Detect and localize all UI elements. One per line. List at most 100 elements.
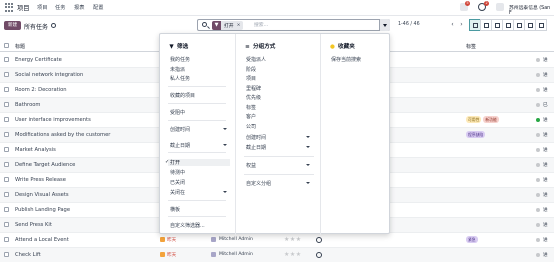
search-input[interactable] [254,21,374,30]
pager-next-button[interactable]: › [457,20,466,30]
assignee-name[interactable]: Mitchell Admin [219,252,253,257]
chevron-down-icon[interactable] [223,191,227,193]
filter-favorite-projects[interactable]: 收藏的项目 [170,92,195,99]
save-current-search[interactable]: 保存当前搜索 [331,56,361,63]
add-custom-filter[interactable]: 自定义筛选器... [170,222,205,229]
remove-facet-icon[interactable]: × [236,23,244,28]
filter-closed[interactable]: 已关闭 [170,179,185,186]
filter-open[interactable]: 打开 [168,159,230,166]
pager-prev-button[interactable]: ‹ [448,20,457,30]
task-name[interactable]: Check Lift [15,252,41,258]
row-checkbox[interactable] [4,117,9,122]
filter-private-tasks[interactable]: 私人任务 [170,75,190,82]
row-checkbox[interactable] [4,72,9,77]
status-dot[interactable] [536,58,540,62]
groupby-deadline[interactable]: 截止日期 [246,144,266,151]
select-all-checkbox[interactable] [4,43,9,48]
row-checkbox[interactable] [4,132,9,137]
task-name[interactable]: Send Press Kit [15,222,52,228]
row-checkbox[interactable] [4,177,9,182]
new-button[interactable]: 新建 [4,21,21,30]
status-dot[interactable] [536,73,540,77]
filter-template[interactable]: 横板 [170,206,180,213]
row-checkbox[interactable] [4,57,9,62]
status-dot[interactable] [536,103,540,107]
map-view-button[interactable] [535,19,547,31]
tools-icon[interactable] [496,3,504,11]
menu-tasks[interactable]: 任务 [55,4,65,11]
row-checkbox[interactable] [4,252,9,257]
groupby-priority[interactable]: 优先级 [246,94,261,101]
filter-my-tasks[interactable]: 我的任务 [170,56,190,63]
menu-projects[interactable]: 项目 [37,4,47,11]
app-name[interactable]: 项目 [17,3,30,12]
filter-to-test[interactable]: 待测中 [170,169,185,176]
filter-create-date[interactable]: 创建时间 [170,126,190,133]
groupby-project[interactable]: 项目 [246,75,256,82]
groupby-tags[interactable]: 标签 [246,104,256,111]
gear-icon[interactable] [51,23,56,28]
filter-facet[interactable]: ▼ 打开 × [212,21,244,30]
table-row[interactable]: Check Lift 昨天 Mitchell Admin ★★★ 进 [0,248,554,262]
company-switcher[interactable]: 苏州远泰信息 (San F [509,4,554,16]
assignee-name[interactable]: Mitchell Admin [219,237,253,242]
task-name[interactable]: Market Analysis [15,147,56,153]
task-name[interactable]: Bathroom [15,102,40,108]
status-dot[interactable] [536,163,540,167]
search-bar[interactable]: ▼ 打开 × [197,19,390,31]
task-name[interactable]: Modifications asked by the customer [15,132,110,138]
row-checkbox[interactable] [4,207,9,212]
row-checkbox[interactable] [4,147,9,152]
row-checkbox[interactable] [4,87,9,92]
column-tags[interactable]: 标签 [466,43,476,50]
row-checkbox[interactable] [4,192,9,197]
add-custom-group[interactable]: 自定义分组 [246,180,271,187]
status-dot[interactable] [536,238,540,242]
pager-value[interactable]: 1-46 / 46 [398,22,420,27]
activity-clock-icon[interactable] [316,252,322,258]
status-dot[interactable] [536,253,540,257]
chevron-down-icon[interactable] [223,144,227,146]
search-options-toggle[interactable] [379,19,390,31]
app-grid-icon[interactable] [5,3,14,12]
filter-deadline[interactable]: 截止日期 [170,142,190,149]
table-row[interactable]: Attend a Local Event 昨天 Mitchell Admin ★★★ 紧… [0,233,554,248]
status-dot[interactable] [536,208,540,212]
status-dot[interactable] [536,133,540,137]
groupby-equity[interactable]: 权益 [246,162,256,169]
chevron-down-icon[interactable] [306,146,310,148]
filter-closed-on[interactable]: 关闭在 [170,189,185,196]
groupby-create-date[interactable]: 创建时间 [246,134,266,141]
priority-stars[interactable]: ★★★ [284,236,302,243]
filter-blocked[interactable]: 受阻中 [170,109,185,116]
filter-unassigned[interactable]: 未指派 [170,66,185,73]
menu-reports[interactable]: 报表 [74,4,84,11]
status-dot[interactable] [536,148,540,152]
chevron-down-icon[interactable] [306,182,310,184]
task-name[interactable]: Energy Certificate [15,57,62,63]
groupby-stage[interactable]: 阶段 [246,66,256,73]
groupby-milestone[interactable]: 里程碑 [246,85,261,92]
row-checkbox[interactable] [4,162,9,167]
groupby-company[interactable]: 公司 [246,123,256,130]
priority-stars[interactable]: ★★★ [284,251,302,258]
status-dot[interactable] [536,223,540,227]
status-dot[interactable] [536,178,540,182]
row-checkbox[interactable] [4,102,9,107]
task-name[interactable]: User interface improvements [15,117,91,123]
task-name[interactable]: Define Target Audience [15,162,75,168]
status-dot[interactable] [536,193,540,197]
status-dot[interactable] [536,88,540,92]
chevron-down-icon[interactable] [306,164,310,166]
groupby-assignee[interactable]: 受指派人 [246,56,266,63]
column-title[interactable]: 标题 [15,43,25,50]
task-name[interactable]: Room 2: Decoration [15,87,67,93]
row-checkbox[interactable] [4,237,9,242]
task-name[interactable]: Design Visual Assets [15,192,69,198]
task-name[interactable]: Write Press Release [15,177,66,183]
menu-config[interactable]: 配置 [93,4,103,11]
row-checkbox[interactable] [4,222,9,227]
chevron-down-icon[interactable] [306,136,310,138]
chevron-down-icon[interactable] [223,128,227,130]
task-name[interactable]: Social network integration [15,72,83,78]
